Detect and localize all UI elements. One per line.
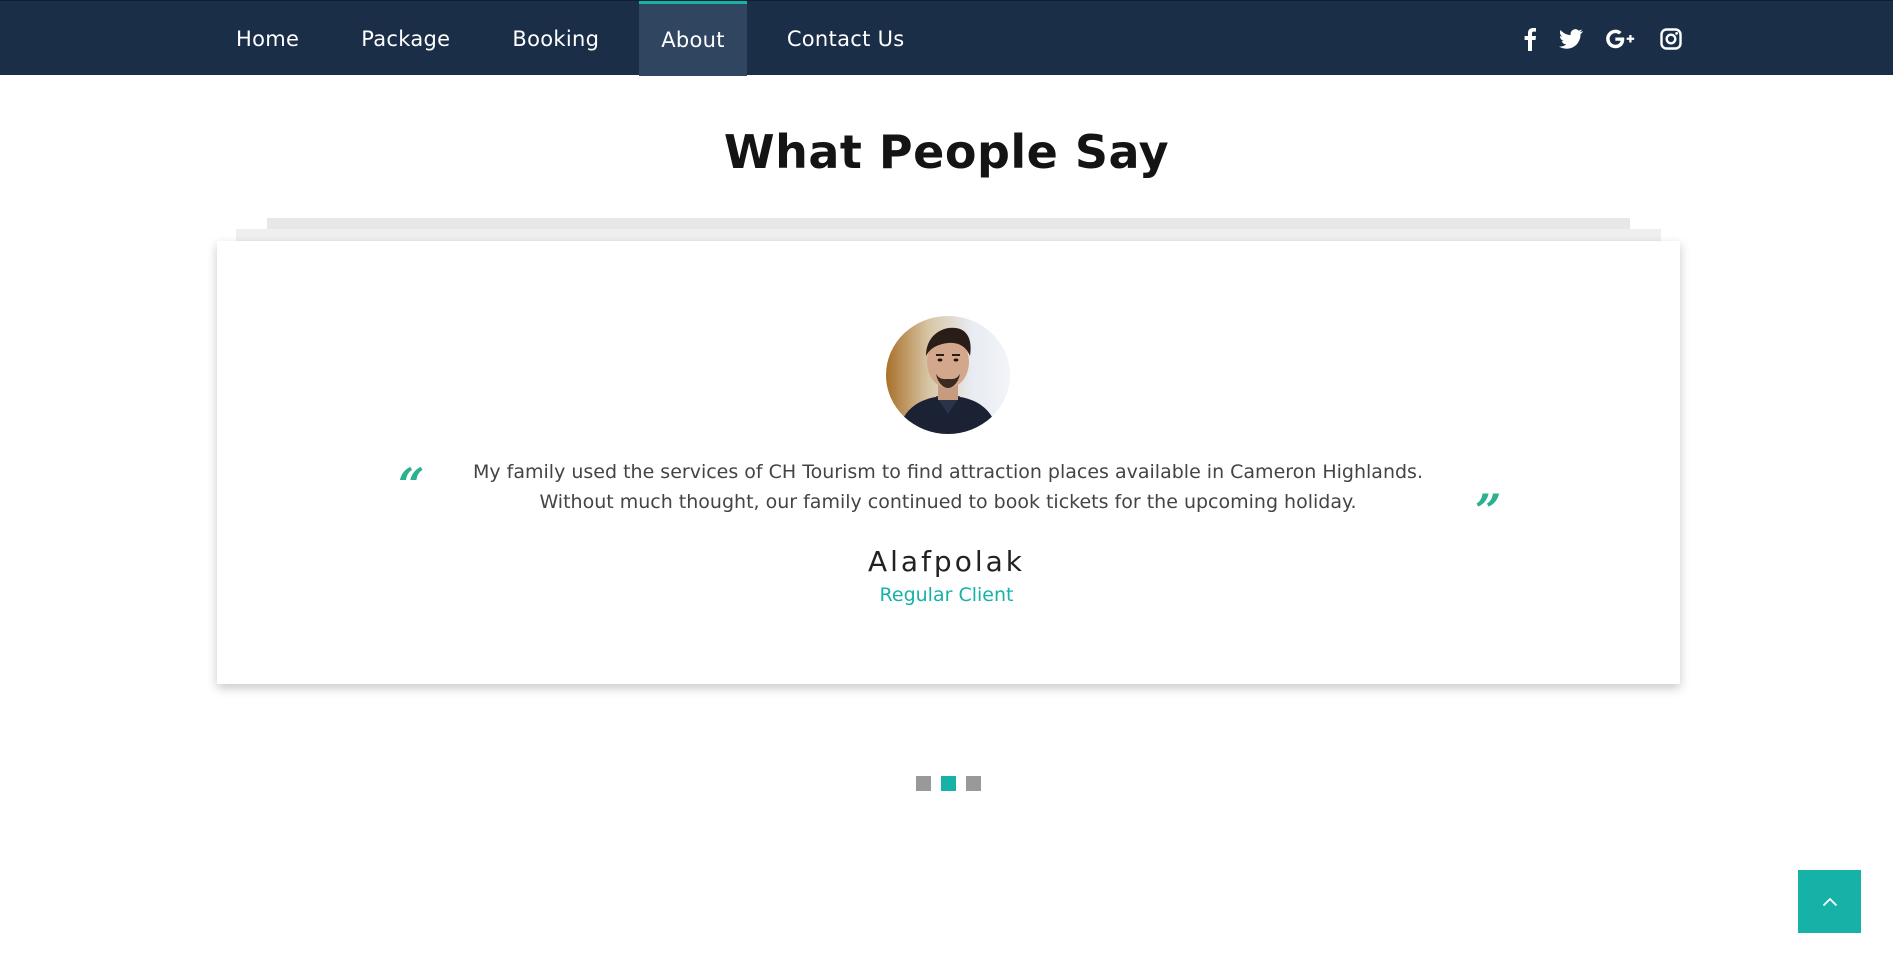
facebook-icon[interactable] (1514, 23, 1546, 55)
slider-dot-3[interactable] (966, 776, 981, 791)
client-name: Alafpolak (867, 545, 1025, 578)
instagram-icon[interactable] (1655, 23, 1687, 55)
avatar (886, 316, 1010, 434)
card-stack-middle-layer (236, 229, 1661, 241)
nav-item-home[interactable]: Home (214, 1, 321, 76)
nav-item-booking[interactable]: Booking (490, 1, 621, 76)
close-quote-icon: ” (1475, 484, 1502, 538)
open-quote-icon: “ (398, 458, 425, 512)
nav-item-contact-us[interactable]: Contact Us (765, 1, 927, 76)
slider-dot-1[interactable] (916, 776, 931, 791)
chevron-up-icon (1822, 897, 1837, 906)
back-to-top-button[interactable] (1798, 870, 1861, 933)
section-title: What People Say (723, 125, 1170, 179)
nav-item-about[interactable]: About (639, 1, 747, 76)
nav-item-package[interactable]: Package (339, 1, 472, 76)
testimonial-text: My family used the services of CH Touris… (473, 461, 1423, 513)
top-navbar: Home Package Booking About Contact Us (0, 0, 1893, 76)
nav-links: Home Package Booking About Contact Us (214, 1, 945, 76)
slider-dot-2[interactable] (941, 776, 956, 791)
twitter-icon[interactable] (1555, 23, 1587, 55)
slider-dots (916, 776, 991, 791)
google-plus-icon[interactable] (1605, 23, 1637, 55)
client-role: Regular Client (879, 584, 1014, 606)
